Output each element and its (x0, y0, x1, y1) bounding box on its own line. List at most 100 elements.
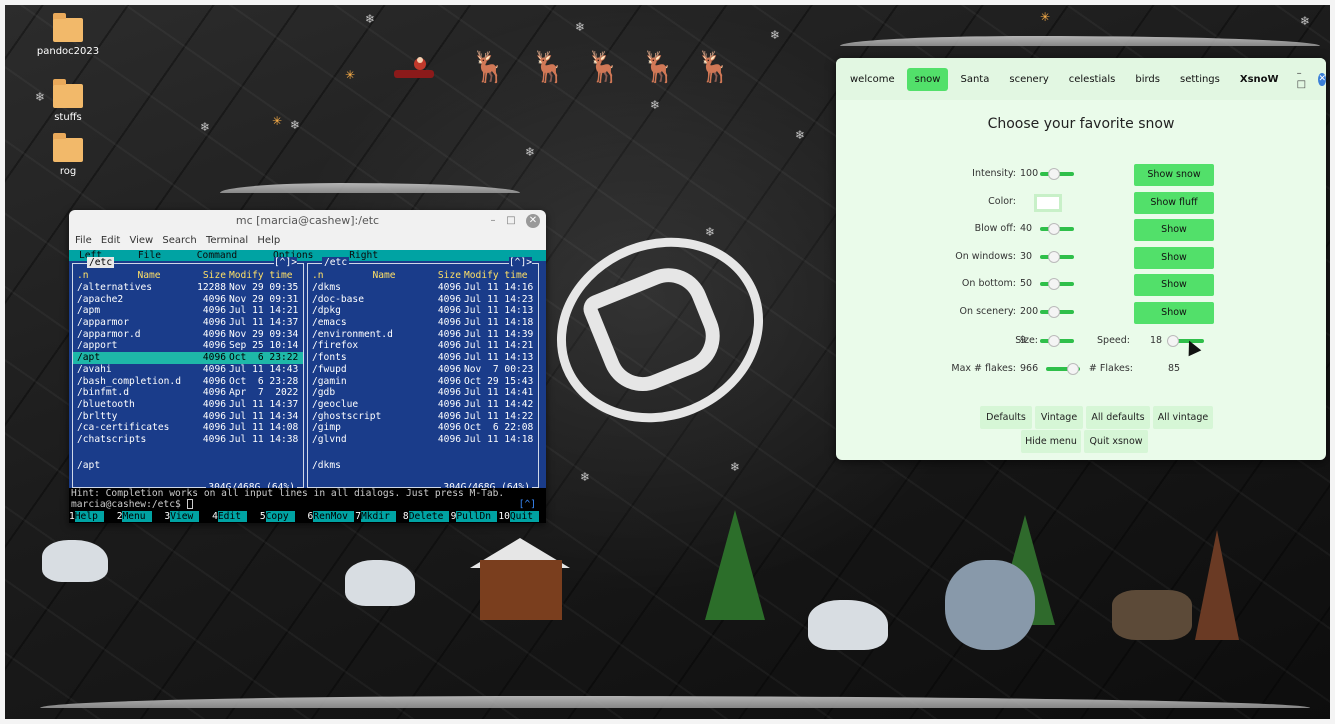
fkey-copy[interactable]: 5Copy (260, 511, 308, 523)
tab-welcome[interactable]: welcome (842, 68, 903, 91)
col-name[interactable]: Name (103, 270, 191, 282)
file-row[interactable]: /chatscripts 4096 Jul 11 14:38 (73, 434, 303, 446)
close-icon[interactable]: ✕ (526, 214, 540, 228)
onscenery-show-button[interactable]: Show (1134, 301, 1214, 324)
hide-menu-button[interactable]: Hide menu (1021, 430, 1081, 453)
slider-thumb[interactable] (1167, 335, 1180, 347)
mc-menu-command[interactable]: Command (197, 250, 237, 261)
all-vintage-button[interactable]: All vintage (1153, 406, 1213, 429)
tab-scenery[interactable]: scenery (1001, 68, 1056, 91)
col-time[interactable]: Modify time (229, 270, 301, 282)
color-show-button[interactable]: Show fluff (1134, 191, 1214, 214)
col-time[interactable]: Modify time (464, 270, 536, 282)
file-row[interactable]: /binfmt.d 4096 Apr 7 2022 (73, 387, 303, 399)
mc-menu-file[interactable]: File (138, 250, 161, 261)
intensity-show-button[interactable]: Show snow (1134, 164, 1214, 186)
fkey-view[interactable]: 3View (164, 511, 212, 523)
menu-view[interactable]: View (129, 235, 153, 246)
right-file-panel[interactable]: /etc [^]> .n Name Size Modify time /dkms… (307, 257, 539, 493)
file-row[interactable]: /gamin 4096 Oct 29 15:43 (308, 376, 538, 388)
menu-help[interactable]: Help (257, 235, 280, 246)
col-size[interactable]: Size (426, 270, 464, 282)
onwindows-show-button[interactable]: Show (1134, 246, 1214, 269)
defaults-button[interactable]: Defaults (980, 406, 1032, 429)
onbottom-slider[interactable] (1040, 278, 1074, 290)
tab-snow[interactable]: snow (906, 67, 949, 91)
fkey-edit[interactable]: 4Edit (212, 511, 260, 523)
slider-thumb[interactable] (1047, 278, 1060, 290)
onscenery-slider[interactable] (1040, 305, 1074, 318)
left-file-panel[interactable]: /etc [^]> .n Name Size Modify time /alte… (72, 257, 304, 493)
window-controls[interactable]: – □ (1297, 68, 1319, 90)
mc-menu-right[interactable]: Right (349, 250, 378, 261)
desktop-icon-rog[interactable]: rog (33, 133, 103, 177)
menu-search[interactable]: Search (162, 235, 196, 246)
snow-color-swatch[interactable] (1034, 193, 1062, 212)
file-row[interactable]: /glvnd 4096 Jul 11 14:18 (308, 434, 538, 446)
file-row[interactable]: /apt 4096 Oct 6 23:22 (73, 352, 303, 364)
tab-santa[interactable]: Santa (952, 68, 997, 91)
maximize-icon[interactable]: □ (504, 214, 518, 228)
terminal-window[interactable]: mc [marcia@cashew]:/etc – □ ✕ File Edit … (69, 210, 546, 523)
file-row[interactable]: /ghostscript 4096 Jul 11 14:22 (308, 411, 538, 423)
tab-birds[interactable]: birds (1127, 68, 1168, 91)
fkey-help[interactable]: 1Help (69, 511, 117, 523)
file-row[interactable]: /gdb 4096 Jul 11 14:41 (308, 387, 538, 399)
slider-thumb[interactable] (1047, 305, 1060, 318)
fkey-delete[interactable]: 8Delete (403, 511, 451, 523)
file-row[interactable]: /geoclue 4096 Jul 11 14:42 (308, 399, 538, 411)
file-row[interactable]: /fwupd 4096 Nov 7 00:23 (308, 364, 538, 376)
file-row[interactable]: /ca-certificates 4096 Jul 11 14:08 (73, 422, 303, 434)
quit-xsnow-button[interactable]: Quit xsnow (1084, 430, 1148, 453)
fkey-renmov[interactable]: 6RenMov (308, 511, 356, 523)
desktop-icon-pandoc2023[interactable]: pandoc2023 (33, 13, 103, 57)
file-row[interactable]: /apm 4096 Jul 11 14:21 (73, 305, 303, 317)
menu-terminal[interactable]: Terminal (206, 235, 248, 246)
file-row[interactable]: /environment.d 4096 Jul 11 14:39 (308, 329, 538, 341)
midnight-commander[interactable]: Left File Command Options Right /etc [^]… (69, 250, 546, 523)
col-name[interactable]: Name (338, 270, 426, 282)
file-row[interactable]: /gimp 4096 Oct 6 22:08 (308, 422, 538, 434)
file-row[interactable]: /bluetooth 4096 Jul 11 14:37 (73, 399, 303, 411)
file-row[interactable]: /apport 4096 Sep 25 10:14 (73, 340, 303, 352)
fkey-menu[interactable]: 2Menu (117, 511, 165, 523)
file-row[interactable]: /dkms 4096 Jul 11 14:16 (308, 282, 538, 294)
fkey-mkdir[interactable]: 7Mkdir (355, 511, 403, 523)
onbottom-show-button[interactable]: Show (1134, 274, 1214, 296)
tab-celestials[interactable]: celestials (1061, 68, 1124, 91)
tab-settings[interactable]: settings (1172, 68, 1228, 91)
file-row[interactable]: /firefox 4096 Jul 11 14:21 (308, 340, 538, 352)
close-icon[interactable]: ✕ (1318, 72, 1326, 86)
file-row[interactable]: /apache2 4096 Nov 29 09:31 (73, 294, 303, 306)
file-row[interactable]: /avahi 4096 Jul 11 14:43 (73, 364, 303, 376)
file-row[interactable]: /doc-base 4096 Jul 11 14:23 (308, 294, 538, 306)
file-row[interactable]: /fonts 4096 Jul 11 14:13 (308, 352, 538, 364)
slider-thumb[interactable] (1047, 168, 1060, 180)
desktop-icon-stuffs[interactable]: stuffs (33, 79, 103, 123)
slider-thumb[interactable] (1047, 250, 1060, 263)
panel-corner[interactable]: [^]> (508, 257, 532, 268)
blowoff-show-button[interactable]: Show (1134, 219, 1214, 241)
panel-corner[interactable]: [^]> (273, 257, 297, 268)
file-row[interactable]: /emacs 4096 Jul 11 14:18 (308, 317, 538, 329)
fkey-quit[interactable]: 10Quit (498, 511, 546, 523)
onwindows-slider[interactable] (1040, 250, 1074, 263)
blowoff-slider[interactable] (1040, 223, 1074, 235)
file-row[interactable]: /bash_completion.d 4096 Oct 6 23:28 (73, 376, 303, 388)
xsnow-window[interactable]: welcome snow Santa scenery celestials bi… (836, 58, 1326, 460)
menu-edit[interactable]: Edit (101, 235, 120, 246)
file-row[interactable]: /apparmor 4096 Jul 11 14:37 (73, 317, 303, 329)
prompt-corner[interactable]: [^] (519, 499, 536, 511)
terminal-titlebar[interactable]: mc [marcia@cashew]:/etc – □ ✕ (69, 210, 546, 232)
shell-prompt[interactable]: marcia@cashew:/etc$ [^] (69, 499, 546, 511)
file-row[interactable]: /dpkg 4096 Jul 11 14:13 (308, 305, 538, 317)
menu-file[interactable]: File (75, 235, 92, 246)
all-defaults-button[interactable]: All defaults (1086, 406, 1150, 429)
vintage-button[interactable]: Vintage (1035, 406, 1083, 429)
minimize-icon[interactable]: – (486, 214, 500, 228)
slider-thumb[interactable] (1047, 223, 1060, 235)
intensity-slider[interactable] (1040, 168, 1074, 180)
file-row[interactable]: /apparmor.d 4096 Nov 29 09:34 (73, 329, 303, 341)
fkey-pulldn[interactable]: 9PullDn (451, 511, 499, 523)
col-size[interactable]: Size (191, 270, 229, 282)
